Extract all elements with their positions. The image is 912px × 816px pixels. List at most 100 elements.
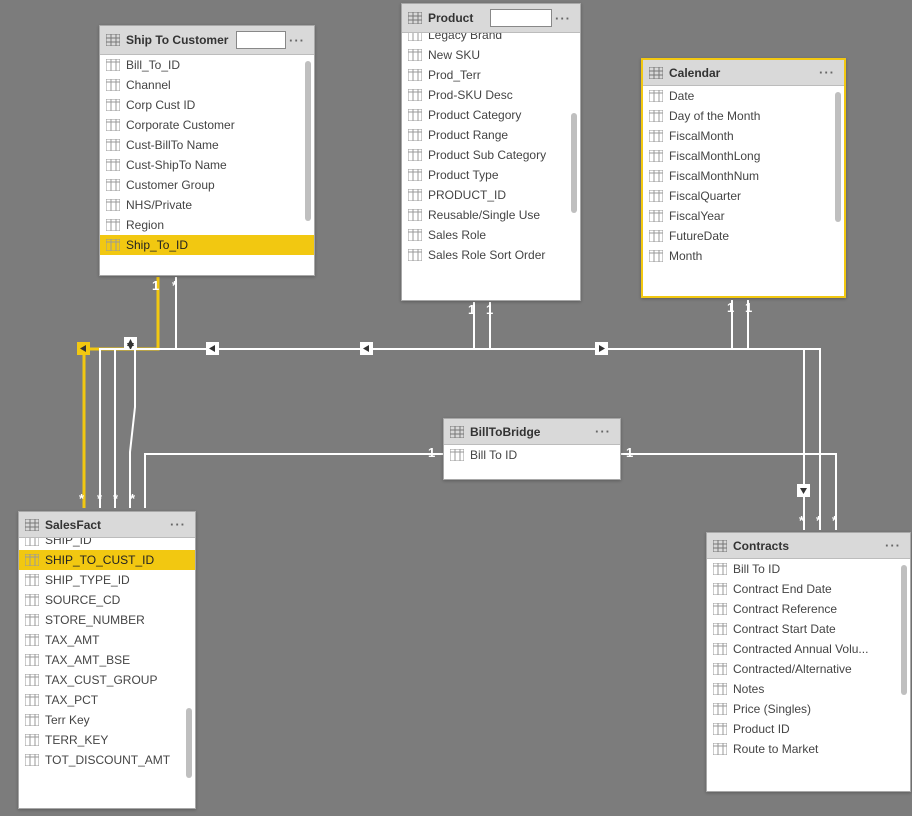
- title-edit-box[interactable]: [490, 9, 552, 27]
- field-row[interactable]: SHIP_TO_CUST_ID: [19, 550, 195, 570]
- table-more-menu[interactable]: ···: [816, 65, 838, 80]
- field-row[interactable]: Contracted Annual Volu...: [707, 639, 910, 659]
- field-label: Region: [126, 218, 164, 232]
- field-row[interactable]: Customer Group: [100, 175, 314, 195]
- table-more-menu[interactable]: ···: [167, 517, 189, 532]
- field-row[interactable]: Cust-ShipTo Name: [100, 155, 314, 175]
- field-row[interactable]: STORE_NUMBER: [19, 610, 195, 630]
- field-row[interactable]: Contracted/Alternative: [707, 659, 910, 679]
- column-icon: [408, 229, 422, 241]
- field-row[interactable]: Product Sub Category: [402, 145, 580, 165]
- field-row[interactable]: Price (Singles): [707, 699, 910, 719]
- field-row[interactable]: SOURCE_CD: [19, 590, 195, 610]
- field-row[interactable]: Sales Role Sort Order: [402, 245, 580, 265]
- field-row[interactable]: Product Range: [402, 125, 580, 145]
- scrollbar[interactable]: [305, 61, 311, 221]
- field-row[interactable]: Corporate Customer: [100, 115, 314, 135]
- column-icon: [713, 563, 727, 575]
- field-row[interactable]: Sales Role: [402, 225, 580, 245]
- field-row[interactable]: Region: [100, 215, 314, 235]
- field-row[interactable]: Route to Market: [707, 739, 910, 759]
- column-icon: [450, 449, 464, 461]
- field-row[interactable]: TOT_DISCOUNT_AMT: [19, 750, 195, 770]
- field-row[interactable]: Contract Start Date: [707, 619, 910, 639]
- field-row[interactable]: Bill To ID: [444, 445, 620, 465]
- field-row[interactable]: Ship_To_ID: [100, 235, 314, 255]
- table-billtobridge[interactable]: BillToBridge ··· Bill To ID: [443, 418, 621, 480]
- table-header[interactable]: Contracts ···: [707, 533, 910, 559]
- field-row[interactable]: Day of the Month: [643, 106, 844, 126]
- table-header[interactable]: BillToBridge ···: [444, 419, 620, 445]
- column-icon: [649, 90, 663, 102]
- table-ship-to-customer[interactable]: Ship To Customer ··· Bill_To_IDChannelCo…: [99, 25, 315, 276]
- table-more-menu[interactable]: ···: [286, 33, 308, 48]
- field-row[interactable]: Bill_To_ID: [100, 55, 314, 75]
- field-row[interactable]: Product Category: [402, 105, 580, 125]
- field-row[interactable]: FutureDate: [643, 226, 844, 246]
- field-row[interactable]: NHS/Private: [100, 195, 314, 215]
- field-row[interactable]: Contract End Date: [707, 579, 910, 599]
- field-row[interactable]: Reusable/Single Use: [402, 205, 580, 225]
- field-row[interactable]: FiscalMonth: [643, 126, 844, 146]
- field-row[interactable]: SHIP_ID: [19, 538, 195, 550]
- field-row[interactable]: Terr Key: [19, 710, 195, 730]
- cardinality-one: 1: [152, 278, 159, 293]
- field-row[interactable]: FiscalMonthNum: [643, 166, 844, 186]
- field-label: FiscalYear: [669, 209, 725, 223]
- table-header[interactable]: Ship To Customer ···: [100, 26, 314, 55]
- title-edit-box[interactable]: [236, 31, 286, 49]
- table-header[interactable]: Calendar ···: [643, 60, 844, 86]
- field-row[interactable]: Prod_Terr: [402, 65, 580, 85]
- scrollbar[interactable]: [901, 565, 907, 695]
- field-row[interactable]: FiscalMonthLong: [643, 146, 844, 166]
- field-row[interactable]: FiscalQuarter: [643, 186, 844, 206]
- field-row[interactable]: Product Type: [402, 165, 580, 185]
- field-row[interactable]: TERR_KEY: [19, 730, 195, 750]
- field-row[interactable]: TAX_PCT: [19, 690, 195, 710]
- field-label: Contract Start Date: [733, 622, 836, 636]
- field-row[interactable]: New SKU: [402, 45, 580, 65]
- table-more-menu[interactable]: ···: [882, 538, 904, 553]
- cardinality-one: 1: [468, 302, 475, 317]
- table-contracts[interactable]: Contracts ··· Bill To IDContract End Dat…: [706, 532, 911, 792]
- field-row[interactable]: Legacy Brand: [402, 33, 580, 45]
- field-label: TOT_DISCOUNT_AMT: [45, 753, 170, 767]
- table-more-menu[interactable]: ···: [592, 424, 614, 439]
- field-list: Legacy Brand New SKU Prod_TerrProd-SKU Des…: [402, 33, 580, 265]
- field-row[interactable]: Product ID: [707, 719, 910, 739]
- field-row[interactable]: FiscalYear: [643, 206, 844, 226]
- field-label: Contracted Annual Volu...: [733, 642, 868, 656]
- field-row[interactable]: TAX_AMT: [19, 630, 195, 650]
- table-more-menu[interactable]: ···: [552, 11, 574, 26]
- table-calendar[interactable]: Calendar ··· DateDay of the MonthFiscalM…: [641, 58, 846, 298]
- table-header[interactable]: Product ···: [402, 4, 580, 33]
- scrollbar[interactable]: [571, 113, 577, 213]
- field-row[interactable]: SHIP_TYPE_ID: [19, 570, 195, 590]
- field-row[interactable]: Corp Cust ID: [100, 95, 314, 115]
- field-row[interactable]: Date: [643, 86, 844, 106]
- field-row[interactable]: Bill To ID: [707, 559, 910, 579]
- field-list: Bill To ID: [444, 445, 620, 465]
- table-product[interactable]: Product ··· Legacy Brand New SKU Prod_Terr…: [401, 3, 581, 301]
- field-label: Product Sub Category: [428, 148, 546, 162]
- column-icon: [408, 209, 422, 221]
- field-row[interactable]: TAX_CUST_GROUP: [19, 670, 195, 690]
- field-label: FiscalMonthLong: [669, 149, 760, 163]
- table-header[interactable]: SalesFact ···: [19, 512, 195, 538]
- field-row[interactable]: Cust-BillTo Name: [100, 135, 314, 155]
- rel-arrow-icon: [360, 342, 373, 355]
- rel-arrow-icon: [124, 337, 137, 350]
- field-row[interactable]: Contract Reference: [707, 599, 910, 619]
- scrollbar[interactable]: [186, 708, 192, 778]
- field-label: TAX_AMT: [45, 633, 99, 647]
- field-label: New SKU: [428, 48, 480, 62]
- field-label: Date: [669, 89, 694, 103]
- scrollbar[interactable]: [835, 92, 841, 222]
- field-row[interactable]: PRODUCT_ID: [402, 185, 580, 205]
- field-row[interactable]: Month: [643, 246, 844, 266]
- field-row[interactable]: Notes: [707, 679, 910, 699]
- field-row[interactable]: Channel: [100, 75, 314, 95]
- field-row[interactable]: TAX_AMT_BSE: [19, 650, 195, 670]
- field-row[interactable]: Prod-SKU Desc: [402, 85, 580, 105]
- table-salesfact[interactable]: SalesFact ··· SHIP_IDSHIP_TO_CUST_IDSHIP…: [18, 511, 196, 809]
